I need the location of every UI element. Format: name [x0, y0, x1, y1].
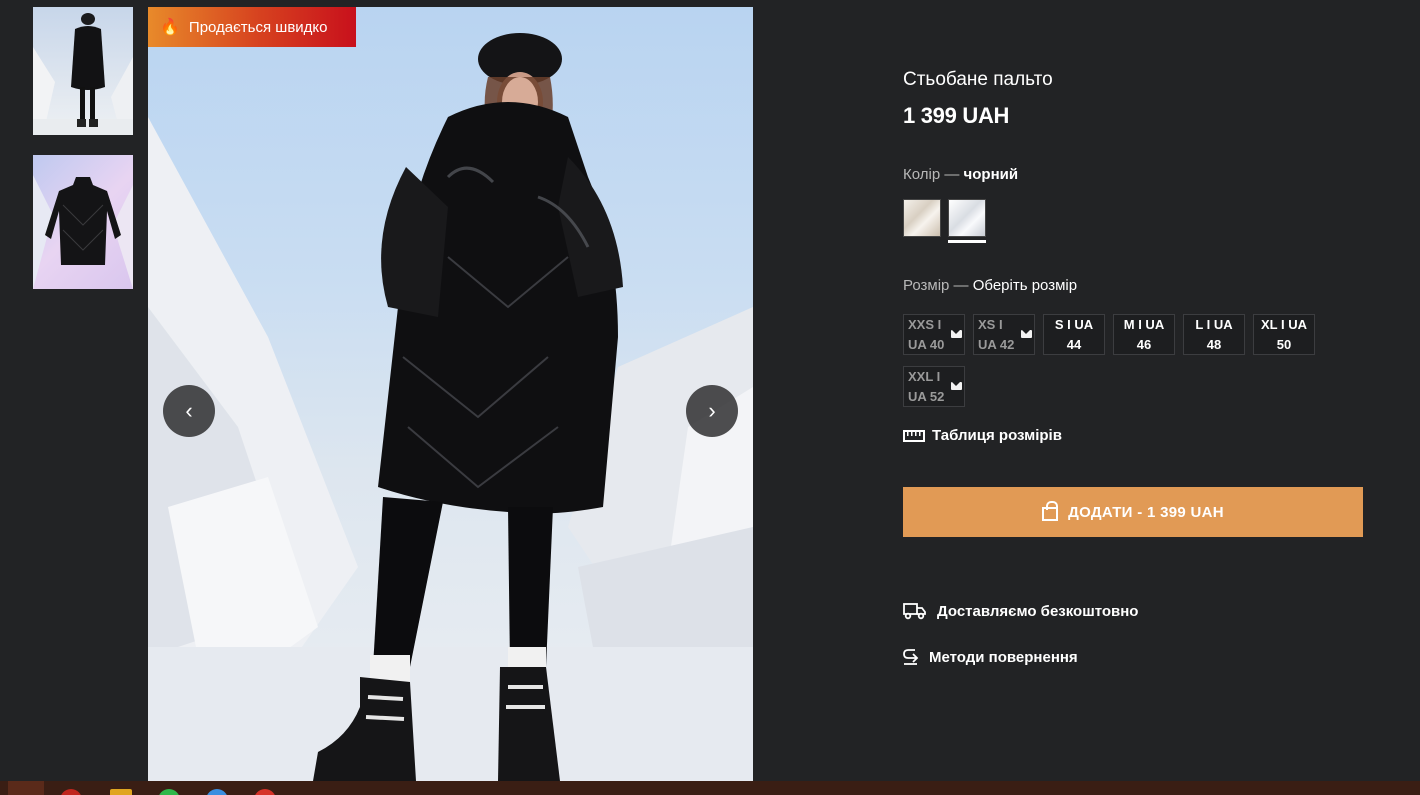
- fire-icon: 🔥: [160, 19, 180, 36]
- next-image-button[interactable]: ›: [686, 385, 738, 437]
- size-label: Розмір —: [903, 277, 969, 294]
- main-product-image: 🔥 Продається швидко ‹ ›: [148, 7, 753, 781]
- app-icon-red[interactable]: [60, 789, 82, 795]
- notify-mail-icon: [951, 330, 962, 338]
- free-delivery-link[interactable]: Доставляємо безкоштовно: [903, 602, 1138, 620]
- thumbnail-2[interactable]: [33, 155, 133, 289]
- notify-mail-icon: [1021, 330, 1032, 338]
- product-price: 1 399 UAH: [903, 103, 1010, 128]
- size-selector-label: Розмір — Оберіть розмір: [903, 277, 1077, 294]
- size-option-line1: XXS I: [908, 316, 942, 332]
- chevron-right-icon: ›: [708, 398, 716, 423]
- model-photo-thumbnail: [33, 13, 133, 135]
- add-to-cart-button[interactable]: ДОДАТИ - 1 399 UAH: [903, 487, 1363, 537]
- size-option-line1: XL I UA: [1261, 316, 1307, 332]
- size-option-line2: 48: [1206, 336, 1222, 352]
- size-option-line2: 44: [1066, 336, 1082, 352]
- size-value: Оберіть розмір: [972, 277, 1078, 294]
- color-swatch-selected[interactable]: [948, 199, 986, 237]
- size-option-line2: UA 52: [908, 388, 945, 404]
- size-option-xs[interactable]: XS I UA 42: [973, 314, 1035, 355]
- shopping-bag-icon: [1042, 501, 1059, 521]
- selected-swatch-indicator: [948, 240, 986, 243]
- badge-label: Продається швидко: [188, 18, 328, 36]
- previous-image-button[interactable]: ‹: [163, 385, 215, 437]
- color-value: чорний: [963, 166, 1019, 183]
- chevron-left-icon: ‹: [185, 398, 193, 423]
- size-option-line2: UA 42: [978, 336, 1015, 352]
- size-chart-label: Таблиця розмірів: [932, 427, 1062, 444]
- product-title: Стьобане пальто: [903, 69, 1053, 90]
- size-option-line2: UA 40: [908, 336, 945, 352]
- size-option-s[interactable]: S I UA 44: [1043, 314, 1105, 355]
- truck-icon: [903, 603, 926, 620]
- size-option-line2: 50: [1276, 336, 1292, 352]
- notify-mail-icon: [951, 382, 962, 390]
- color-label: Колір —: [903, 166, 960, 183]
- return-methods-link[interactable]: Методи повернення: [903, 648, 1078, 666]
- os-taskbar: [0, 781, 1420, 795]
- app-icon-green[interactable]: [158, 789, 180, 795]
- model-in-coat-photo: [148, 33, 753, 781]
- ruler-icon: [903, 429, 925, 442]
- folder-icon[interactable]: [110, 789, 132, 795]
- add-to-cart-label: ДОДАТИ - 1 399 UAH: [1068, 503, 1224, 521]
- app-icon-blue[interactable]: [206, 789, 228, 795]
- size-option-line1: M I UA: [1123, 316, 1165, 332]
- return-arrow-icon: [903, 649, 919, 665]
- size-option-m[interactable]: M I UA 46: [1113, 314, 1175, 355]
- size-chart-link[interactable]: Таблиця розмірів: [903, 427, 1062, 444]
- size-option-xl[interactable]: XL I UA 50: [1253, 314, 1315, 355]
- returns-label: Методи повернення: [929, 648, 1078, 666]
- size-option-line1: S I UA: [1054, 316, 1094, 332]
- size-option-l[interactable]: L I UA 48: [1183, 314, 1245, 355]
- thumbnail-1[interactable]: [33, 7, 133, 135]
- size-option-line1: L I UA: [1195, 316, 1233, 332]
- color-selector-label: Колір — чорний: [903, 166, 1018, 183]
- color-swatch-white[interactable]: [903, 199, 941, 237]
- size-option-line1: XS I: [978, 316, 1003, 332]
- size-option-xxl[interactable]: XXL I UA 52: [903, 366, 965, 407]
- delivery-label: Доставляємо безкоштовно: [937, 602, 1139, 620]
- start-button[interactable]: [8, 781, 44, 795]
- app-icon-red-2[interactable]: [254, 789, 276, 795]
- product-page: 🔥 Продається швидко ‹ › Стьобане пальто …: [0, 0, 1420, 795]
- size-option-line2: 46: [1136, 336, 1152, 352]
- sells-fast-badge: 🔥 Продається швидко: [148, 7, 356, 47]
- coat-photo-thumbnail: [33, 175, 133, 289]
- size-option-xxs[interactable]: XXS I UA 40: [903, 314, 965, 355]
- size-option-line1: XXL I: [908, 368, 941, 384]
